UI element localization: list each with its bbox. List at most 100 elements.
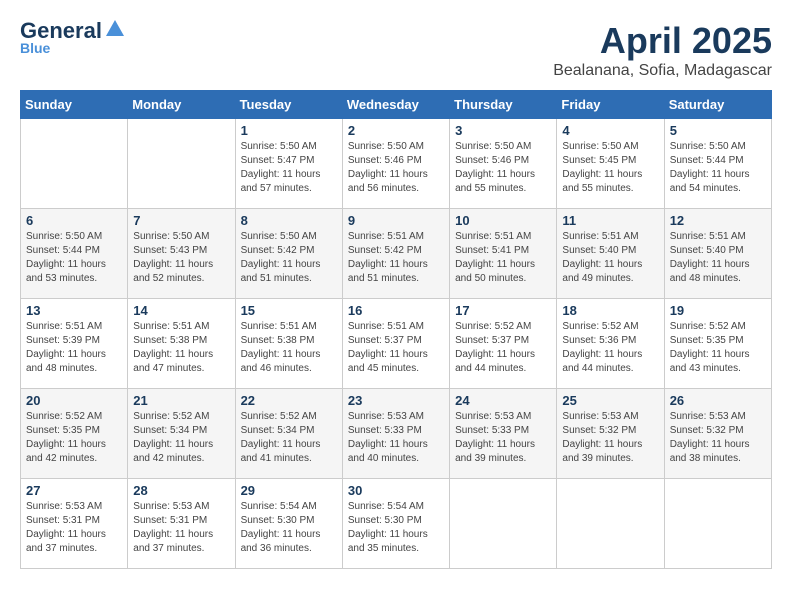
- calendar-cell: 20 Sunrise: 5:52 AMSunset: 5:35 PMDayligh…: [21, 389, 128, 479]
- calendar-cell: 25Sunrise: 5:53 AMSunset: 5:32 PMDayligh…: [557, 389, 664, 479]
- cell-details: Sunrise: 5:50 AMSunset: 5:43 PMDaylight:…: [133, 230, 229, 286]
- logo: General Blue: [20, 20, 126, 56]
- cell-details: Sunrise: 5:52 AMSunset: 5:34 PMDaylight:…: [133, 410, 229, 466]
- calendar-cell: 17 Sunrise: 5:52 AMSunset: 5:37 PMDayligh…: [450, 299, 557, 389]
- day-number: 14: [133, 303, 229, 318]
- calendar-cell: 7 Sunrise: 5:50 AMSunset: 5:43 PMDaylight…: [128, 209, 235, 299]
- day-number: 18: [562, 303, 658, 318]
- calendar-cell: 16Sunrise: 5:51 AMSunset: 5:37 PMDayligh…: [342, 299, 449, 389]
- title-block: April 2025 Bealanana, Sofia, Madagascar: [553, 20, 772, 80]
- logo-general: General: [20, 20, 102, 42]
- cell-details: Sunrise: 5:51 AMSunset: 5:38 PMDaylight:…: [133, 320, 229, 376]
- calendar-cell: 8Sunrise: 5:50 AMSunset: 5:42 PMDaylight…: [235, 209, 342, 299]
- weekday-header: Wednesday: [342, 91, 449, 119]
- cell-details: Sunrise: 5:50 AMSunset: 5:46 PMDaylight:…: [348, 140, 444, 196]
- day-number: 3: [455, 123, 551, 138]
- cell-details: Sunrise: 5:52 AMSunset: 5:36 PMDaylight:…: [562, 320, 658, 376]
- day-number: 9: [348, 213, 444, 228]
- calendar-cell: 29Sunrise: 5:54 AMSunset: 5:30 PMDayligh…: [235, 479, 342, 569]
- logo-blue: Blue: [20, 40, 50, 56]
- cell-details: Sunrise: 5:51 AMSunset: 5:41 PMDaylight:…: [455, 230, 551, 286]
- weekday-header: Tuesday: [235, 91, 342, 119]
- calendar-cell: 3 Sunrise: 5:50 AMSunset: 5:46 PMDaylight…: [450, 119, 557, 209]
- calendar-cell: 27 Sunrise: 5:53 AMSunset: 5:31 PMDayligh…: [21, 479, 128, 569]
- day-number: 10: [455, 213, 551, 228]
- day-number: 7: [133, 213, 229, 228]
- day-number: 29: [241, 483, 337, 498]
- day-number: 6: [26, 213, 122, 228]
- calendar-cell: [450, 479, 557, 569]
- day-number: 30: [348, 483, 444, 498]
- calendar-cell: 30 Sunrise: 5:54 AMSunset: 5:30 PMDayligh…: [342, 479, 449, 569]
- cell-details: Sunrise: 5:51 AMSunset: 5:40 PMDaylight:…: [670, 230, 766, 286]
- day-number: 2: [348, 123, 444, 138]
- calendar-cell: 28Sunrise: 5:53 AMSunset: 5:31 PMDayligh…: [128, 479, 235, 569]
- day-number: 17: [455, 303, 551, 318]
- calendar-cell: [664, 479, 771, 569]
- calendar-cell: 13Sunrise: 5:51 AMSunset: 5:39 PMDayligh…: [21, 299, 128, 389]
- day-number: 26: [670, 393, 766, 408]
- calendar-cell: 21 Sunrise: 5:52 AMSunset: 5:34 PMDayligh…: [128, 389, 235, 479]
- calendar-cell: [21, 119, 128, 209]
- cell-details: Sunrise: 5:53 AMSunset: 5:32 PMDaylight:…: [670, 410, 766, 466]
- calendar-cell: [128, 119, 235, 209]
- calendar-cell: 24 Sunrise: 5:53 AMSunset: 5:33 PMDayligh…: [450, 389, 557, 479]
- day-number: 24: [455, 393, 551, 408]
- calendar-cell: 2 Sunrise: 5:50 AMSunset: 5:46 PMDaylight…: [342, 119, 449, 209]
- calendar-cell: 11 Sunrise: 5:51 AMSunset: 5:40 PMDayligh…: [557, 209, 664, 299]
- calendar-table: SundayMondayTuesdayWednesdayThursdayFrid…: [20, 90, 772, 569]
- cell-details: Sunrise: 5:52 AMSunset: 5:37 PMDaylight:…: [455, 320, 551, 376]
- calendar-cell: 14 Sunrise: 5:51 AMSunset: 5:38 PMDayligh…: [128, 299, 235, 389]
- day-number: 20: [26, 393, 122, 408]
- cell-details: Sunrise: 5:50 AMSunset: 5:44 PMDaylight:…: [26, 230, 122, 286]
- cell-details: Sunrise: 5:51 AMSunset: 5:40 PMDaylight:…: [562, 230, 658, 286]
- weekday-header: Monday: [128, 91, 235, 119]
- day-number: 27: [26, 483, 122, 498]
- day-number: 11: [562, 213, 658, 228]
- cell-details: Sunrise: 5:51 AMSunset: 5:42 PMDaylight:…: [348, 230, 444, 286]
- day-number: 15: [241, 303, 337, 318]
- calendar-cell: 23 Sunrise: 5:53 AMSunset: 5:33 PMDayligh…: [342, 389, 449, 479]
- day-number: 21: [133, 393, 229, 408]
- day-number: 8: [241, 213, 337, 228]
- day-number: 23: [348, 393, 444, 408]
- cell-details: Sunrise: 5:52 AMSunset: 5:35 PMDaylight:…: [26, 410, 122, 466]
- day-number: 25: [562, 393, 658, 408]
- day-number: 5: [670, 123, 766, 138]
- cell-details: Sunrise: 5:53 AMSunset: 5:31 PMDaylight:…: [26, 500, 122, 556]
- day-number: 19: [670, 303, 766, 318]
- calendar-cell: 5Sunrise: 5:50 AMSunset: 5:44 PMDaylight…: [664, 119, 771, 209]
- day-number: 16: [348, 303, 444, 318]
- weekday-header: Sunday: [21, 91, 128, 119]
- calendar-cell: 26 Sunrise: 5:53 AMSunset: 5:32 PMDayligh…: [664, 389, 771, 479]
- cell-details: Sunrise: 5:50 AMSunset: 5:47 PMDaylight:…: [241, 140, 337, 196]
- calendar-cell: 15 Sunrise: 5:51 AMSunset: 5:38 PMDayligh…: [235, 299, 342, 389]
- weekday-header: Saturday: [664, 91, 771, 119]
- cell-details: Sunrise: 5:53 AMSunset: 5:33 PMDaylight:…: [348, 410, 444, 466]
- day-number: 1: [241, 123, 337, 138]
- calendar-cell: 9 Sunrise: 5:51 AMSunset: 5:42 PMDaylight…: [342, 209, 449, 299]
- calendar-cell: 4Sunrise: 5:50 AMSunset: 5:45 PMDaylight…: [557, 119, 664, 209]
- page-header: General Blue April 2025 Bealanana, Sofia…: [20, 20, 772, 80]
- location: Bealanana, Sofia, Madagascar: [553, 62, 772, 80]
- calendar-cell: 6 Sunrise: 5:50 AMSunset: 5:44 PMDaylight…: [21, 209, 128, 299]
- cell-details: Sunrise: 5:54 AMSunset: 5:30 PMDaylight:…: [348, 500, 444, 556]
- calendar-cell: [557, 479, 664, 569]
- cell-details: Sunrise: 5:52 AMSunset: 5:34 PMDaylight:…: [241, 410, 337, 466]
- cell-details: Sunrise: 5:53 AMSunset: 5:33 PMDaylight:…: [455, 410, 551, 466]
- calendar-cell: 19Sunrise: 5:52 AMSunset: 5:35 PMDayligh…: [664, 299, 771, 389]
- day-number: 12: [670, 213, 766, 228]
- calendar-cell: 10 Sunrise: 5:51 AMSunset: 5:41 PMDayligh…: [450, 209, 557, 299]
- calendar-cell: 12 Sunrise: 5:51 AMSunset: 5:40 PMDayligh…: [664, 209, 771, 299]
- calendar-cell: 22 Sunrise: 5:52 AMSunset: 5:34 PMDayligh…: [235, 389, 342, 479]
- day-number: 22: [241, 393, 337, 408]
- calendar-cell: 1 Sunrise: 5:50 AMSunset: 5:47 PMDaylight…: [235, 119, 342, 209]
- cell-details: Sunrise: 5:51 AMSunset: 5:38 PMDaylight:…: [241, 320, 337, 376]
- day-number: 28: [133, 483, 229, 498]
- month-year: April 2025: [553, 20, 772, 62]
- weekday-header: Thursday: [450, 91, 557, 119]
- cell-details: Sunrise: 5:50 AMSunset: 5:46 PMDaylight:…: [455, 140, 551, 196]
- day-number: 13: [26, 303, 122, 318]
- cell-details: Sunrise: 5:50 AMSunset: 5:45 PMDaylight:…: [562, 140, 658, 196]
- logo-icon: [104, 18, 126, 40]
